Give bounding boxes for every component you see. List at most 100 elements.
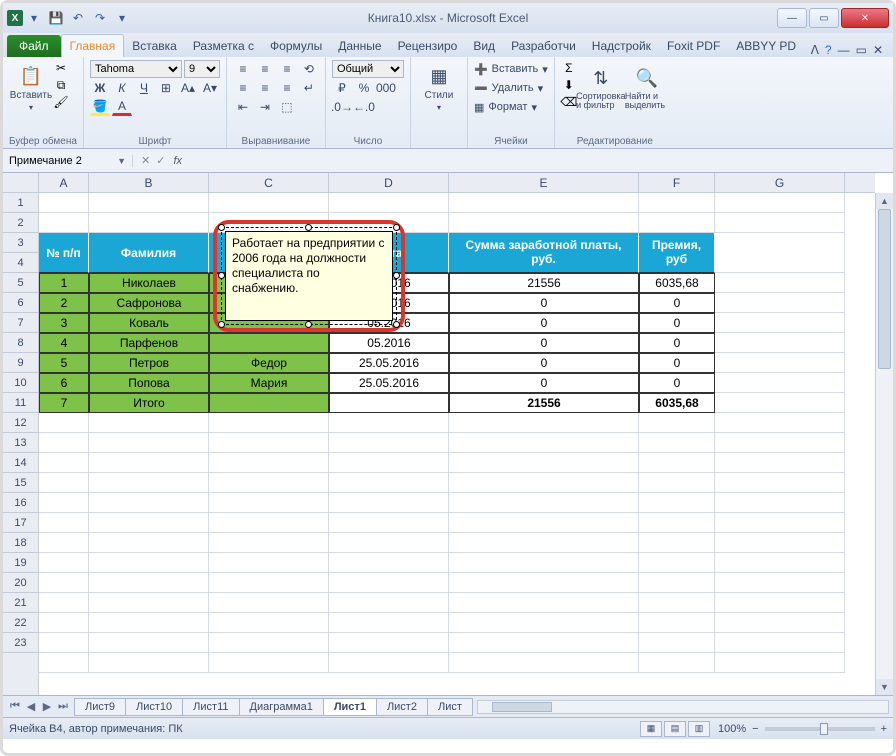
- cells-area[interactable]: № п/пФамилияДатаСумма заработной платы, …: [39, 193, 875, 695]
- cell[interactable]: [329, 553, 449, 573]
- cell[interactable]: [639, 493, 715, 513]
- cell[interactable]: [39, 193, 89, 213]
- tab-layout[interactable]: Разметка с: [185, 35, 262, 57]
- tab-data[interactable]: Данные: [330, 35, 389, 57]
- cell[interactable]: [89, 513, 209, 533]
- minimize-button[interactable]: —: [777, 8, 807, 28]
- row-header[interactable]: 6: [3, 293, 38, 313]
- cell[interactable]: [209, 513, 329, 533]
- zoom-level[interactable]: 100%: [718, 723, 746, 735]
- cell[interactable]: [329, 393, 449, 413]
- normal-view-button[interactable]: ▦: [640, 721, 662, 737]
- row-header[interactable]: 23: [3, 633, 38, 653]
- cell[interactable]: [39, 473, 89, 493]
- cell[interactable]: [715, 473, 845, 493]
- sheet-tab[interactable]: Лист2: [376, 698, 428, 716]
- format-cells-button[interactable]: ▦Формат ▾: [474, 98, 548, 116]
- cell[interactable]: [209, 393, 329, 413]
- align-right-button[interactable]: ≡: [277, 79, 297, 97]
- cell[interactable]: [329, 433, 449, 453]
- cell[interactable]: [715, 233, 845, 273]
- cell[interactable]: [449, 433, 639, 453]
- cell[interactable]: Попова: [89, 373, 209, 393]
- sheet-tab[interactable]: Лист: [427, 698, 473, 716]
- row-header[interactable]: 15: [3, 473, 38, 493]
- tab-review[interactable]: Рецензиро: [390, 35, 466, 57]
- row-header[interactable]: 7: [3, 313, 38, 333]
- tab-developer[interactable]: Разработчи: [503, 35, 584, 57]
- doc-restore-icon[interactable]: ▭: [856, 43, 867, 57]
- cell[interactable]: [329, 473, 449, 493]
- cell[interactable]: [715, 593, 845, 613]
- cell[interactable]: [715, 293, 845, 313]
- qat-customize[interactable]: ▾: [111, 7, 133, 29]
- cell[interactable]: [329, 533, 449, 553]
- percent-button[interactable]: %: [354, 79, 374, 97]
- cell[interactable]: Мария: [209, 373, 329, 393]
- row-header[interactable]: 5: [3, 273, 38, 293]
- cell[interactable]: [39, 433, 89, 453]
- row-header[interactable]: 1: [3, 193, 38, 213]
- cell[interactable]: [715, 613, 845, 633]
- delete-cells-button[interactable]: ➖Удалить ▾: [474, 79, 548, 97]
- cell[interactable]: [449, 453, 639, 473]
- cell[interactable]: [329, 493, 449, 513]
- cell[interactable]: 21556: [449, 273, 639, 293]
- cell[interactable]: [449, 533, 639, 553]
- cell[interactable]: [209, 473, 329, 493]
- cell[interactable]: [715, 653, 845, 673]
- cell[interactable]: [89, 193, 209, 213]
- cell[interactable]: Фамилия: [89, 233, 209, 273]
- tab-home[interactable]: Главная: [61, 34, 125, 57]
- row-headers[interactable]: 1234567891011121314151617181920212223: [3, 193, 39, 695]
- cell[interactable]: [715, 213, 845, 233]
- cell[interactable]: [209, 553, 329, 573]
- styles-button[interactable]: ▦ Стили ▾: [417, 60, 461, 116]
- cell[interactable]: № п/п: [39, 233, 89, 273]
- cell[interactable]: [209, 533, 329, 553]
- cell[interactable]: [715, 413, 845, 433]
- comma-button[interactable]: 000: [376, 79, 396, 97]
- file-tab[interactable]: Файл: [7, 35, 61, 57]
- cell[interactable]: [449, 613, 639, 633]
- cell[interactable]: [715, 573, 845, 593]
- border-button[interactable]: ⊞: [156, 79, 176, 97]
- sheet-nav-next-icon[interactable]: ▶: [39, 700, 55, 713]
- cell[interactable]: [449, 553, 639, 573]
- copy-icon[interactable]: ⧉: [53, 77, 69, 93]
- cell[interactable]: [209, 333, 329, 353]
- increase-indent-button[interactable]: ⇥: [255, 98, 275, 116]
- cell[interactable]: [639, 653, 715, 673]
- cell[interactable]: 0: [639, 293, 715, 313]
- cell[interactable]: [329, 573, 449, 593]
- column-header[interactable]: D: [329, 173, 449, 192]
- tab-formulas[interactable]: Формулы: [262, 35, 330, 57]
- cell[interactable]: [715, 533, 845, 553]
- sheet-nav-prev-icon[interactable]: ◀: [23, 700, 39, 713]
- cell[interactable]: [715, 353, 845, 373]
- shrink-font-button[interactable]: A▾: [200, 79, 220, 97]
- align-left-button[interactable]: ≡: [233, 79, 253, 97]
- align-bottom-button[interactable]: ≡: [277, 60, 297, 78]
- number-format-combo[interactable]: Общий: [332, 60, 404, 78]
- cell[interactable]: Федор: [209, 353, 329, 373]
- close-button[interactable]: ✕: [841, 8, 889, 28]
- cell[interactable]: [449, 493, 639, 513]
- cell[interactable]: [209, 613, 329, 633]
- tab-view[interactable]: Вид: [465, 35, 503, 57]
- cell[interactable]: 5: [39, 353, 89, 373]
- cell[interactable]: [209, 413, 329, 433]
- cell[interactable]: [715, 273, 845, 293]
- cell[interactable]: [449, 413, 639, 433]
- underline-button[interactable]: Ч: [134, 79, 154, 97]
- cell[interactable]: [89, 473, 209, 493]
- cell[interactable]: [89, 573, 209, 593]
- row-header[interactable]: 8: [3, 333, 38, 353]
- scroll-thumb[interactable]: [878, 209, 891, 369]
- cell[interactable]: [449, 513, 639, 533]
- accept-formula-icon[interactable]: ✓: [156, 154, 165, 167]
- format-painter-icon[interactable]: 🖌: [53, 94, 69, 110]
- cell[interactable]: 05.2016: [329, 333, 449, 353]
- sort-filter-button[interactable]: ⇅ Сортировка и фильтр: [579, 60, 623, 116]
- cell[interactable]: 0: [639, 313, 715, 333]
